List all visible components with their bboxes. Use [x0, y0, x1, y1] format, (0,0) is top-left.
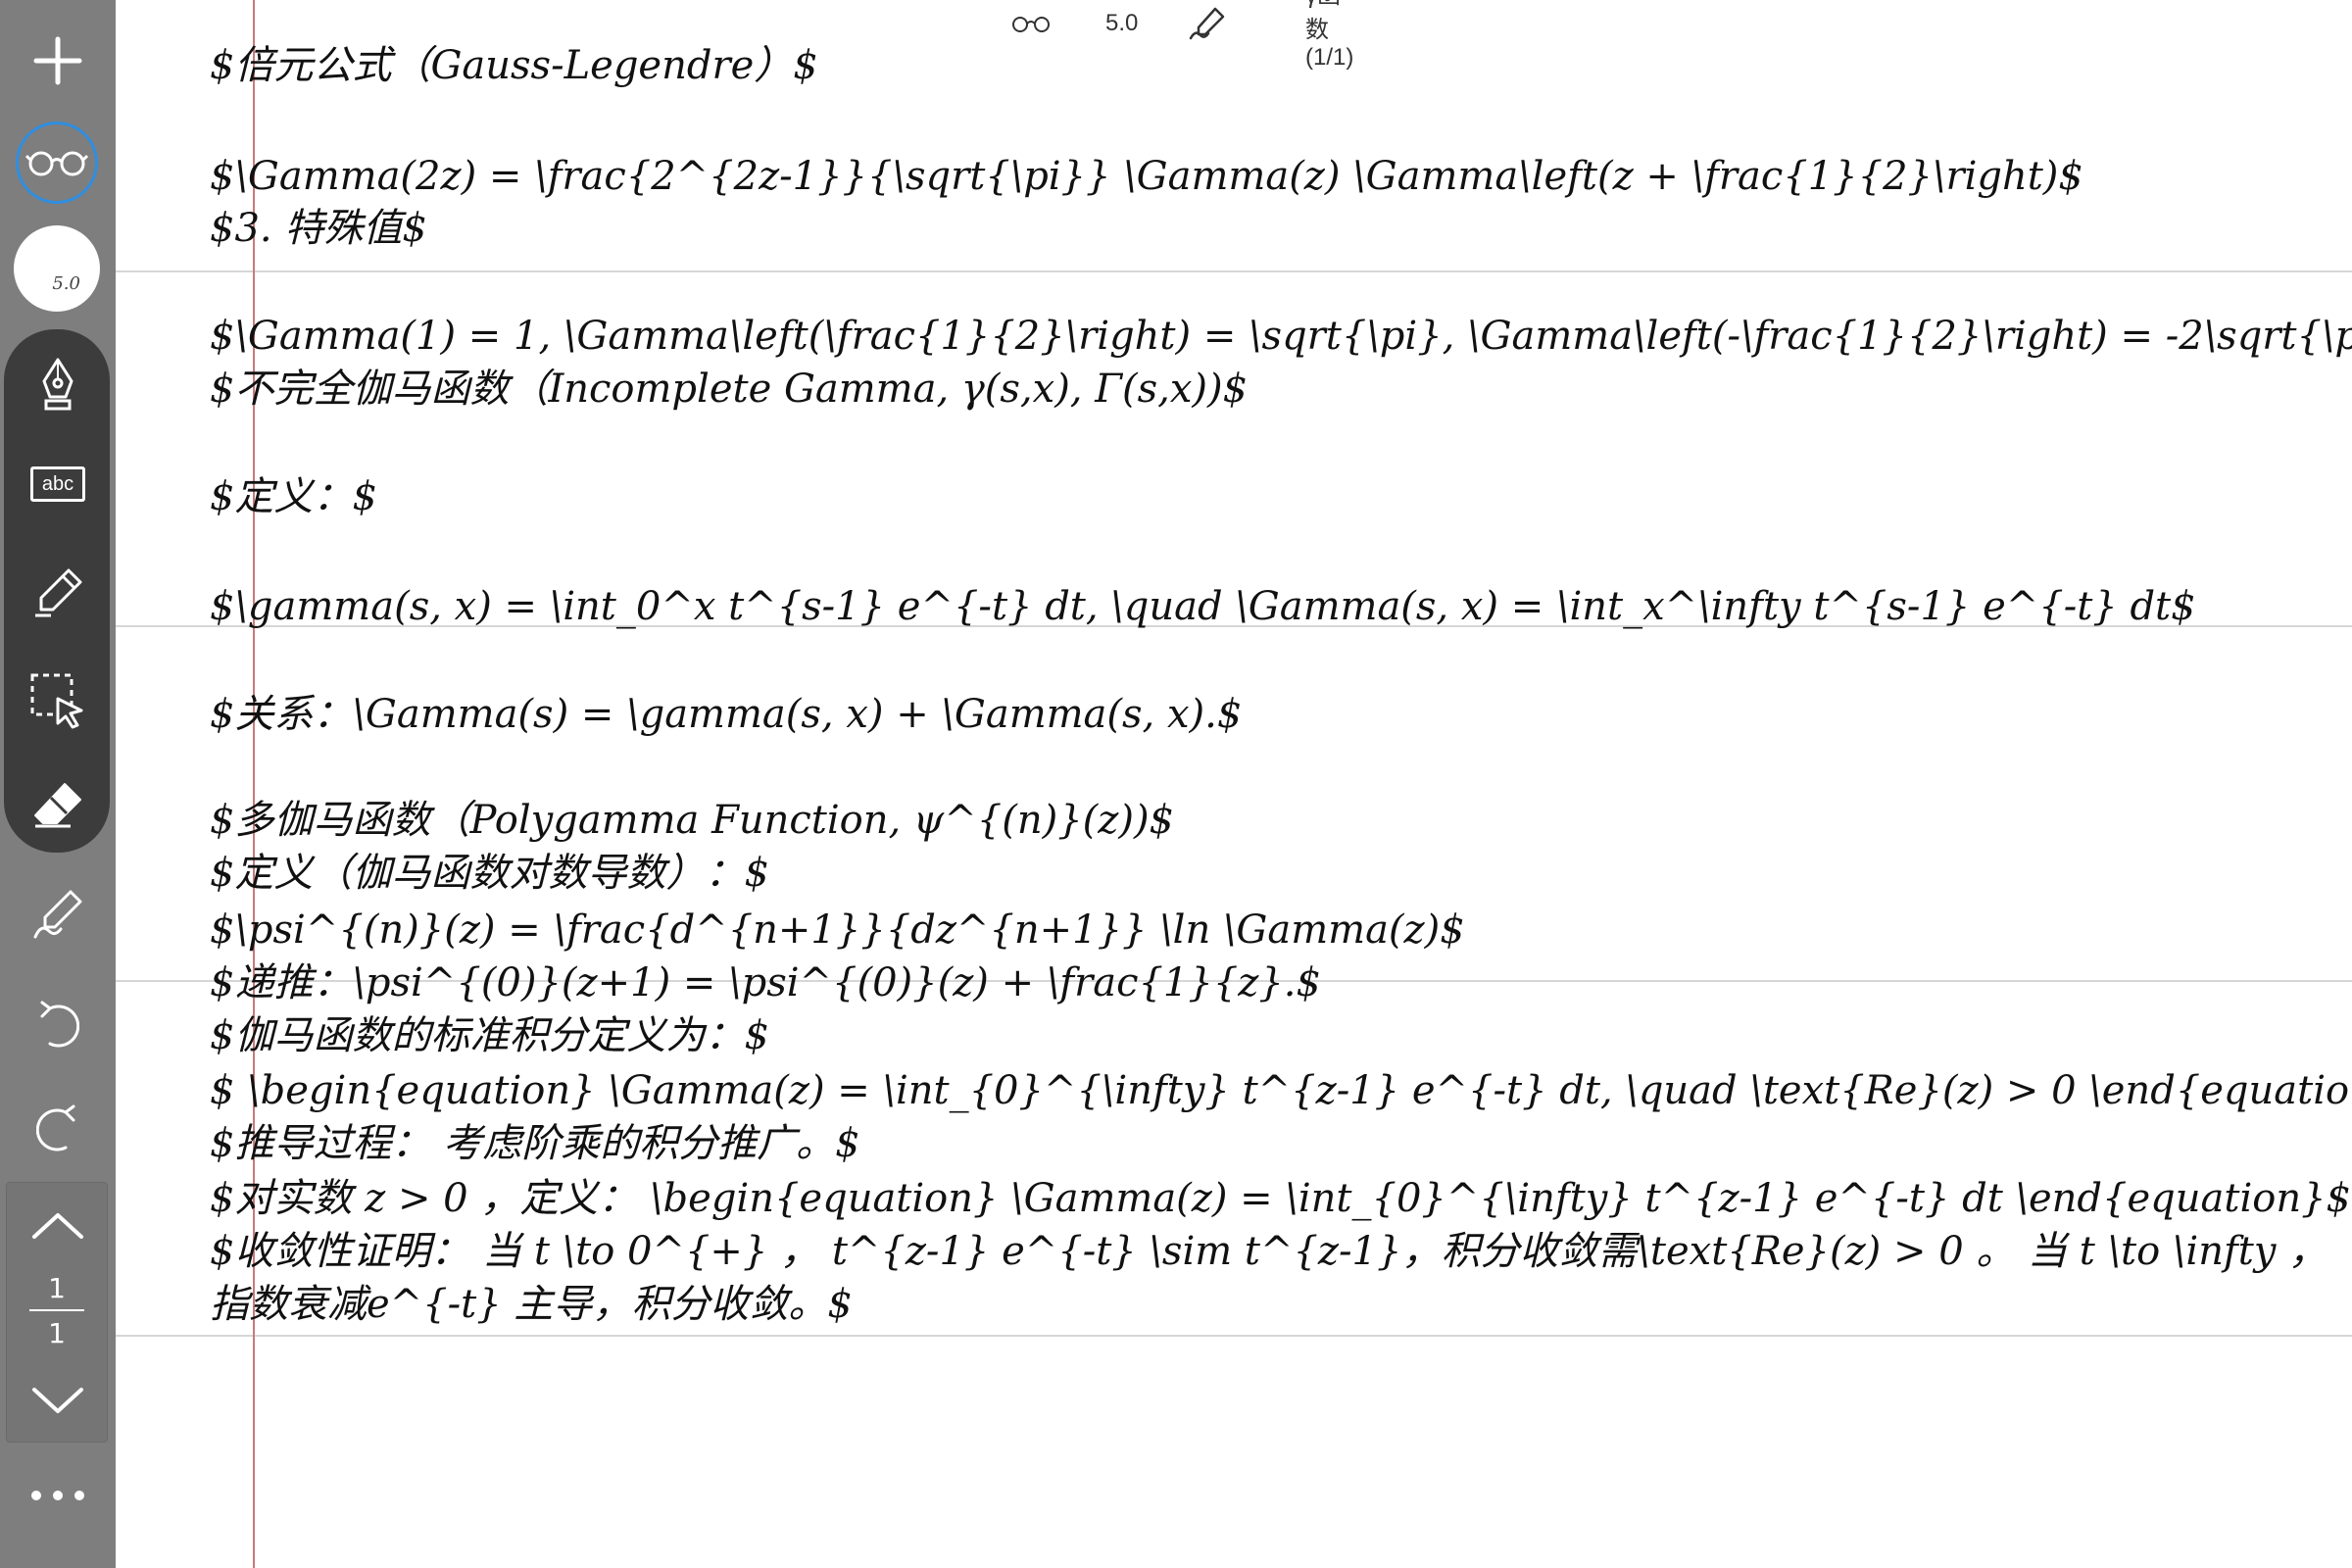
glasses-icon	[25, 151, 88, 176]
current-page-number: 1	[48, 1272, 66, 1304]
pen-size-value: 5.0	[52, 273, 80, 294]
redo-icon	[36, 1104, 75, 1152]
left-toolbar: 5.0 abc 1 1	[0, 0, 116, 1568]
total-page-number: 1	[48, 1317, 66, 1349]
undo-icon	[40, 1001, 79, 1048]
highlighter-tool-button[interactable]	[0, 559, 116, 627]
pen-scribble-icon	[33, 890, 82, 939]
redo-button[interactable]	[0, 1096, 116, 1164]
note-line: $递推：\psi^{(0)}(z+1) = \psi^{(0)}(z) + \f…	[210, 960, 1321, 1005]
previous-page-button[interactable]	[0, 1201, 116, 1250]
page-fraction-divider	[29, 1309, 84, 1311]
note-line: $关系：\Gamma(s) = \gamma(s, x) + \Gamma(s,…	[210, 692, 1243, 737]
fountain-pen-icon	[42, 358, 74, 411]
undo-button[interactable]	[0, 992, 116, 1060]
pen-size-button[interactable]: 5.0	[14, 225, 100, 312]
highlighter-icon	[35, 568, 82, 617]
note-line: $3. 特殊值$	[210, 206, 427, 251]
note-line: $伽马函数的标准积分定义为：$	[210, 1013, 769, 1058]
note-line: $\gamma(s, x) = \int_0^x t^{s-1} e^{-t} …	[210, 584, 2196, 629]
note-line: $定义：$	[210, 474, 377, 519]
note-line: $\psi^{(n)}(z) = \frac{d^{n+1}}{dz^{n+1}…	[210, 907, 1465, 953]
ruled-line	[116, 1335, 2352, 1337]
ruled-line	[116, 270, 2352, 272]
text-tool-button[interactable]: abc	[0, 455, 116, 514]
note-line: $对实数 z > 0 ，定义： \begin{equation} \Gamma(…	[210, 1176, 2351, 1221]
selection-cursor-icon	[30, 673, 83, 729]
lasso-select-tool-button[interactable]	[0, 666, 116, 735]
more-dots-icon	[31, 1491, 84, 1500]
note-line: $倍元公式（Gauss-Legendre）$	[210, 43, 818, 88]
note-line: $ \begin{equation} \Gamma(z) = \int_{0}^…	[210, 1068, 2352, 1113]
text-tool-label: abc	[41, 472, 74, 495]
ink-gesture-button[interactable]	[0, 880, 116, 949]
note-line: $定义（伽马函数对数导数）：$	[210, 851, 769, 896]
note-line: $不完全伽马函数（Incomplete Gamma, γ(s,x), Γ(s,x…	[210, 367, 1249, 412]
note-line: $收敛性证明： 当 t \to 0^{+} ， t^{z-1} e^{-t} \…	[210, 1229, 2328, 1327]
note-line: $\Gamma(2z) = \frac{2^{2z-1}}{\sqrt{\pi}…	[210, 154, 2083, 199]
note-page[interactable]: $倍元公式（Gauss-Legendre）$ $\Gamma(2z) = \fr…	[116, 0, 2352, 1568]
chevron-down-icon	[32, 1388, 83, 1413]
pen-tool-button[interactable]	[0, 353, 116, 417]
note-line: $多伽马函数（Polygamma Function, ψ^{(n)}(z))$	[210, 798, 1175, 843]
eraser-icon	[34, 783, 81, 828]
text-box-icon: abc	[30, 466, 85, 502]
reading-mode-button[interactable]	[16, 122, 98, 204]
note-line: $推导过程： 考虑阶乘的积分推广。$	[210, 1121, 860, 1166]
more-options-button[interactable]	[0, 1476, 116, 1515]
note-line: $\Gamma(1) = 1, \Gamma\left(\frac{1}{2}\…	[210, 314, 2352, 359]
plus-icon	[33, 36, 82, 85]
chevron-up-icon	[32, 1213, 83, 1239]
next-page-button[interactable]	[0, 1376, 116, 1425]
add-button[interactable]	[0, 29, 116, 92]
eraser-tool-button[interactable]	[0, 770, 116, 839]
